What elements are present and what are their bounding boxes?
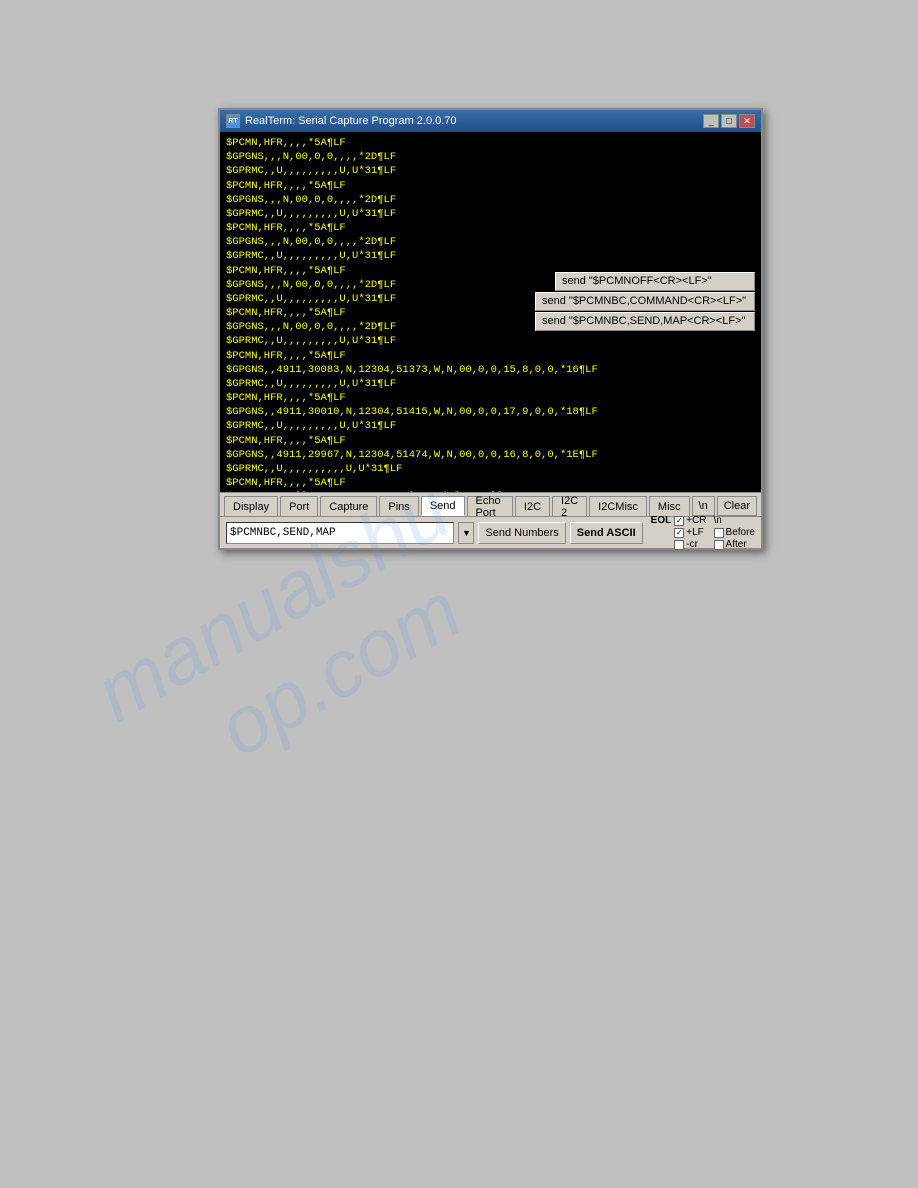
title-buttons: _ □ ✕ <box>703 114 755 128</box>
terminal-line: $PCMN,HFR,,,,*5A¶LF <box>226 434 755 448</box>
terminal-line: $PCMN,HFR,,,,*5A¶LF <box>226 391 755 405</box>
send-numbers-button[interactable]: Send Numbers <box>478 522 565 544</box>
terminal-line: $GPGNS,,,N,00,0,0,,,,*2D¶LF <box>226 193 755 207</box>
dropdown-arrow[interactable]: ▼ <box>458 522 474 544</box>
popup-button-2[interactable]: send "$PCMNBC,COMMAND<CR><LF>" <box>535 292 755 311</box>
terminal-line: $PCMNOFF, All NMEA messages cleared from… <box>226 490 755 492</box>
tab-right-btn-n[interactable]: \n <box>692 496 715 516</box>
title-bar: RT RealTerm: Serial Capture Program 2.0.… <box>220 110 761 132</box>
window-title: RealTerm: Serial Capture Program 2.0.0.7… <box>245 115 457 127</box>
before-after-section: \n Before After <box>714 515 755 550</box>
lf-checkbox[interactable]: ✓ <box>674 528 684 538</box>
tab-echo-port[interactable]: Echo Port <box>467 496 513 516</box>
after-label: After <box>726 539 747 550</box>
tab-port[interactable]: Port <box>280 496 318 516</box>
tab-capture[interactable]: Capture <box>320 496 377 516</box>
tab-i2c-2[interactable]: I2C 2 <box>552 496 587 516</box>
title-bar-left: RT RealTerm: Serial Capture Program 2.0.… <box>226 114 457 128</box>
tab-i2c[interactable]: I2C <box>515 496 550 516</box>
app-icon: RT <box>226 114 240 128</box>
minimize-button[interactable]: _ <box>703 114 719 128</box>
input-area: ▼ Send Numbers Send ASCII EOL ✓ +CR ✓ +L… <box>220 516 761 548</box>
minus-cr-checkbox-row: -cr <box>674 539 706 550</box>
tab-right-buttons: \nClear <box>692 496 757 516</box>
minus-cr-checkbox[interactable] <box>674 540 684 550</box>
tab-right-btn-clear[interactable]: Clear <box>717 496 757 516</box>
tab-misc[interactable]: Misc <box>649 496 690 516</box>
terminal-line: $GPRMC,,U,,,,,,,,,,U,U*31¶LF <box>226 462 755 476</box>
before-checkbox[interactable] <box>714 528 724 538</box>
terminal-line: $GPGNS,,4911,30083,N,12304,51373,W,N,00,… <box>226 363 755 377</box>
terminal-line: $GPRMC,,U,,,,,,,,,U,U*31¶LF <box>226 249 755 263</box>
eol-label: EOL <box>651 515 672 526</box>
cr-checkbox[interactable]: ✓ <box>674 516 684 526</box>
eol-checkboxes: ✓ +CR ✓ +LF -cr <box>674 515 706 550</box>
terminal-line: $PCMN,HFR,,,,*5A¶LF <box>226 476 755 490</box>
lf-checkbox-row: ✓ +LF <box>674 527 706 538</box>
terminal-line: $PCMN,HFR,,,,*5A¶LF <box>226 179 755 193</box>
terminal-line: $GPRMC,,U,,,,,,,,,U,U*31¶LF <box>226 419 755 433</box>
terminal-line: $GPRMC,,U,,,,,,,,,U,U*31¶LF <box>226 377 755 391</box>
close-button[interactable]: ✕ <box>739 114 755 128</box>
popup-button-1[interactable]: send "$PCMNOFF<CR><LF>" <box>555 272 755 291</box>
maximize-button[interactable]: □ <box>721 114 737 128</box>
terminal-line: $GPGNS,,4911,30010,N,12304,51415,W,N,00,… <box>226 405 755 419</box>
terminal-line: $PCMN,HFR,,,,*5A¶LF <box>226 349 755 363</box>
tab-display[interactable]: Display <box>224 496 278 516</box>
tab-send[interactable]: Send <box>421 496 465 516</box>
terminal-line: $GPRMC,,U,,,,,,,,,U,U*31¶LF <box>226 334 755 348</box>
send-ascii-button[interactable]: Send ASCII <box>570 522 643 544</box>
lf-label: +LF <box>686 527 704 538</box>
cr-label: +CR <box>686 515 706 526</box>
realterm-window: RT RealTerm: Serial Capture Program 2.0.… <box>218 108 763 550</box>
terminal-line: $GPRMC,,U,,,,,,,,,U,U*31¶LF <box>226 207 755 221</box>
eol-section: EOL ✓ +CR ✓ +LF -cr \n Bef <box>651 515 755 550</box>
popup-button-3[interactable]: send "$PCMNBC,SEND,MAP<CR><LF>" <box>535 312 755 331</box>
before-label: Before <box>726 527 755 538</box>
terminal-line: $PCMN,HFR,,,,*5A¶LF <box>226 136 755 150</box>
terminal-line: $PCMN,HFR,,,,*5A¶LF <box>226 221 755 235</box>
backslash-n-label: \n <box>714 515 755 526</box>
after-checkbox[interactable] <box>714 540 724 550</box>
cr-checkbox-row: ✓ +CR <box>674 515 706 526</box>
before-row: Before <box>714 527 755 538</box>
terminal-output: $PCMN,HFR,,,,*5A¶LF$GPGNS,,,N,00,0,0,,,,… <box>220 132 761 492</box>
tab-i2cmisc[interactable]: I2CMisc <box>589 496 647 516</box>
terminal-line: $GPRMC,,U,,,,,,,,,U,U*31¶LF <box>226 164 755 178</box>
terminal-line: $GPGNS,,,N,00,0,0,,,,*2D¶LF <box>226 150 755 164</box>
minus-cr-label: -cr <box>686 539 698 550</box>
terminal-line: $GPGNS,,,N,00,0,0,,,,*2D¶LF <box>226 235 755 249</box>
tab-pins[interactable]: Pins <box>379 496 418 516</box>
after-row: After <box>714 539 755 550</box>
terminal-line: $GPGNS,,4911,29967,N,12304,51474,W,N,00,… <box>226 448 755 462</box>
tab-bar: DisplayPortCapturePinsSendEcho PortI2CI2… <box>220 492 761 516</box>
command-input[interactable] <box>226 522 454 544</box>
